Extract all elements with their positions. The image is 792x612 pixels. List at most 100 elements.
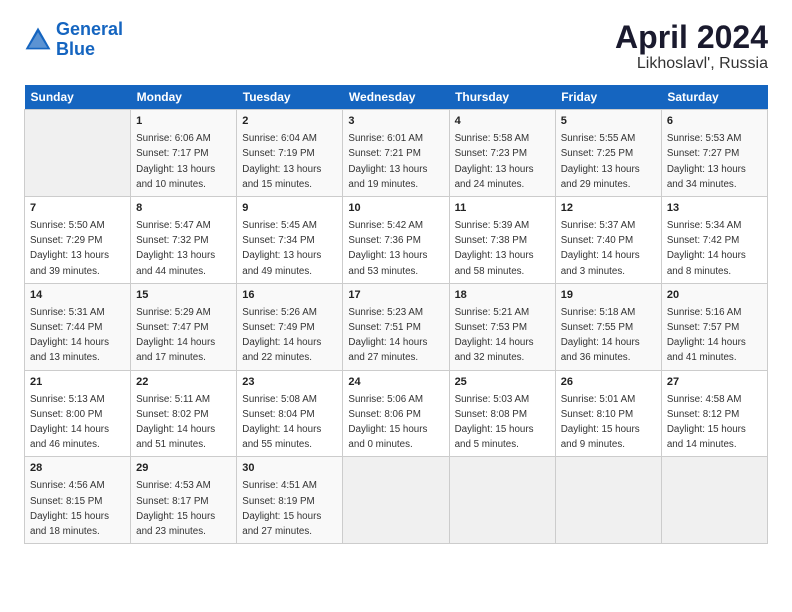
calendar-cell: 22 Sunrise: 5:11 AM Sunset: 8:02 PM Dayli… <box>131 370 237 457</box>
weekday-header-wednesday: Wednesday <box>343 85 449 110</box>
day-info: Sunrise: 5:08 AM Sunset: 8:04 PM Dayligh… <box>242 394 321 451</box>
calendar-cell <box>25 110 131 197</box>
calendar-cell: 23 Sunrise: 5:08 AM Sunset: 8:04 PM Dayli… <box>237 370 343 457</box>
title-block: April 2024 Likhoslavl', Russia <box>615 20 768 73</box>
day-number: 1 <box>136 114 231 130</box>
calendar-cell: 29 Sunrise: 4:53 AM Sunset: 8:17 PM Dayli… <box>131 457 237 544</box>
day-number: 12 <box>561 201 656 217</box>
calendar-cell: 30 Sunrise: 4:51 AM Sunset: 8:19 PM Dayli… <box>237 457 343 544</box>
day-number: 7 <box>30 201 125 217</box>
header: General Blue April 2024 Likhoslavl', Rus… <box>24 20 768 73</box>
day-number: 29 <box>136 461 231 477</box>
page: General Blue April 2024 Likhoslavl', Rus… <box>0 0 792 612</box>
day-number: 6 <box>667 114 762 130</box>
day-info: Sunrise: 5:42 AM Sunset: 7:36 PM Dayligh… <box>348 220 427 277</box>
day-number: 8 <box>136 201 231 217</box>
day-number: 24 <box>348 375 443 391</box>
day-info: Sunrise: 5:50 AM Sunset: 7:29 PM Dayligh… <box>30 220 109 277</box>
subtitle: Likhoslavl', Russia <box>615 55 768 73</box>
day-info: Sunrise: 5:37 AM Sunset: 7:40 PM Dayligh… <box>561 220 640 277</box>
day-number: 2 <box>242 114 337 130</box>
day-number: 18 <box>455 288 550 304</box>
day-info: Sunrise: 5:06 AM Sunset: 8:06 PM Dayligh… <box>348 394 427 451</box>
day-info: Sunrise: 5:47 AM Sunset: 7:32 PM Dayligh… <box>136 220 215 277</box>
calendar-week-row: 7 Sunrise: 5:50 AM Sunset: 7:29 PM Daylig… <box>25 197 768 284</box>
logo-text: General Blue <box>56 20 123 60</box>
day-info: Sunrise: 5:23 AM Sunset: 7:51 PM Dayligh… <box>348 307 427 364</box>
day-info: Sunrise: 5:55 AM Sunset: 7:25 PM Dayligh… <box>561 133 640 190</box>
day-number: 11 <box>455 201 550 217</box>
day-number: 10 <box>348 201 443 217</box>
calendar-cell <box>449 457 555 544</box>
day-info: Sunrise: 6:01 AM Sunset: 7:21 PM Dayligh… <box>348 133 427 190</box>
weekday-header-sunday: Sunday <box>25 85 131 110</box>
logo: General Blue <box>24 20 123 60</box>
day-info: Sunrise: 4:56 AM Sunset: 8:15 PM Dayligh… <box>30 480 109 537</box>
calendar-cell: 6Sunrise: 5:53 AM Sunset: 7:27 PM Daylig… <box>661 110 767 197</box>
calendar-cell: 7 Sunrise: 5:50 AM Sunset: 7:29 PM Daylig… <box>25 197 131 284</box>
day-info: Sunrise: 5:21 AM Sunset: 7:53 PM Dayligh… <box>455 307 534 364</box>
calendar-cell: 15 Sunrise: 5:29 AM Sunset: 7:47 PM Dayli… <box>131 283 237 370</box>
calendar-cell <box>555 457 661 544</box>
calendar-cell: 13 Sunrise: 5:34 AM Sunset: 7:42 PM Dayli… <box>661 197 767 284</box>
calendar-week-row: 21Sunrise: 5:13 AM Sunset: 8:00 PM Dayli… <box>25 370 768 457</box>
day-number: 15 <box>136 288 231 304</box>
day-number: 22 <box>136 375 231 391</box>
calendar-cell: 3 Sunrise: 6:01 AM Sunset: 7:21 PM Daylig… <box>343 110 449 197</box>
day-info: Sunrise: 4:53 AM Sunset: 8:17 PM Dayligh… <box>136 480 215 537</box>
calendar-cell <box>343 457 449 544</box>
day-info: Sunrise: 5:31 AM Sunset: 7:44 PM Dayligh… <box>30 307 109 364</box>
calendar-cell: 2 Sunrise: 6:04 AM Sunset: 7:19 PM Daylig… <box>237 110 343 197</box>
logo-line2: Blue <box>56 39 95 59</box>
calendar-cell: 10 Sunrise: 5:42 AM Sunset: 7:36 PM Dayli… <box>343 197 449 284</box>
calendar-cell: 24 Sunrise: 5:06 AM Sunset: 8:06 PM Dayli… <box>343 370 449 457</box>
calendar-cell: 14 Sunrise: 5:31 AM Sunset: 7:44 PM Dayli… <box>25 283 131 370</box>
calendar-cell: 17 Sunrise: 5:23 AM Sunset: 7:51 PM Dayli… <box>343 283 449 370</box>
day-number: 28 <box>30 461 125 477</box>
day-info: Sunrise: 4:58 AM Sunset: 8:12 PM Dayligh… <box>667 394 746 451</box>
day-number: 27 <box>667 375 762 391</box>
calendar-cell: 20 Sunrise: 5:16 AM Sunset: 7:57 PM Dayli… <box>661 283 767 370</box>
calendar-cell: 5 Sunrise: 5:55 AM Sunset: 7:25 PM Daylig… <box>555 110 661 197</box>
calendar-cell: 27 Sunrise: 4:58 AM Sunset: 8:12 PM Dayli… <box>661 370 767 457</box>
calendar-cell: 12 Sunrise: 5:37 AM Sunset: 7:40 PM Dayli… <box>555 197 661 284</box>
calendar-week-row: 14 Sunrise: 5:31 AM Sunset: 7:44 PM Dayli… <box>25 283 768 370</box>
day-number: 26 <box>561 375 656 391</box>
day-number: 20 <box>667 288 762 304</box>
day-info: Sunrise: 4:51 AM Sunset: 8:19 PM Dayligh… <box>242 480 321 537</box>
day-number: 4 <box>455 114 550 130</box>
day-info: Sunrise: 5:34 AM Sunset: 7:42 PM Dayligh… <box>667 220 746 277</box>
day-info: Sunrise: 5:45 AM Sunset: 7:34 PM Dayligh… <box>242 220 321 277</box>
weekday-header-friday: Friday <box>555 85 661 110</box>
weekday-header-thursday: Thursday <box>449 85 555 110</box>
day-info: Sunrise: 5:01 AM Sunset: 8:10 PM Dayligh… <box>561 394 640 451</box>
day-info: Sunrise: 5:29 AM Sunset: 7:47 PM Dayligh… <box>136 307 215 364</box>
day-info: Sunrise: 6:04 AM Sunset: 7:19 PM Dayligh… <box>242 133 321 190</box>
day-info: Sunrise: 5:58 AM Sunset: 7:23 PM Dayligh… <box>455 133 534 190</box>
day-number: 14 <box>30 288 125 304</box>
day-number: 23 <box>242 375 337 391</box>
logo-line1: General <box>56 19 123 39</box>
day-info: Sunrise: 5:11 AM Sunset: 8:02 PM Dayligh… <box>136 394 215 451</box>
day-number: 5 <box>561 114 656 130</box>
calendar-cell: 4 Sunrise: 5:58 AM Sunset: 7:23 PM Daylig… <box>449 110 555 197</box>
weekday-header-row: SundayMondayTuesdayWednesdayThursdayFrid… <box>25 85 768 110</box>
calendar-cell: 25Sunrise: 5:03 AM Sunset: 8:08 PM Dayli… <box>449 370 555 457</box>
calendar-cell: 9 Sunrise: 5:45 AM Sunset: 7:34 PM Daylig… <box>237 197 343 284</box>
calendar-cell: 21Sunrise: 5:13 AM Sunset: 8:00 PM Dayli… <box>25 370 131 457</box>
weekday-header-tuesday: Tuesday <box>237 85 343 110</box>
calendar-cell: 1Sunrise: 6:06 AM Sunset: 7:17 PM Daylig… <box>131 110 237 197</box>
day-info: Sunrise: 5:39 AM Sunset: 7:38 PM Dayligh… <box>455 220 534 277</box>
day-info: Sunrise: 5:16 AM Sunset: 7:57 PM Dayligh… <box>667 307 746 364</box>
calendar-cell: 28 Sunrise: 4:56 AM Sunset: 8:15 PM Dayli… <box>25 457 131 544</box>
day-number: 30 <box>242 461 337 477</box>
day-info: Sunrise: 5:26 AM Sunset: 7:49 PM Dayligh… <box>242 307 321 364</box>
day-number: 17 <box>348 288 443 304</box>
day-number: 25 <box>455 375 550 391</box>
day-info: Sunrise: 5:18 AM Sunset: 7:55 PM Dayligh… <box>561 307 640 364</box>
day-number: 9 <box>242 201 337 217</box>
day-number: 13 <box>667 201 762 217</box>
day-number: 21 <box>30 375 125 391</box>
calendar-cell: 19Sunrise: 5:18 AM Sunset: 7:55 PM Dayli… <box>555 283 661 370</box>
day-number: 3 <box>348 114 443 130</box>
